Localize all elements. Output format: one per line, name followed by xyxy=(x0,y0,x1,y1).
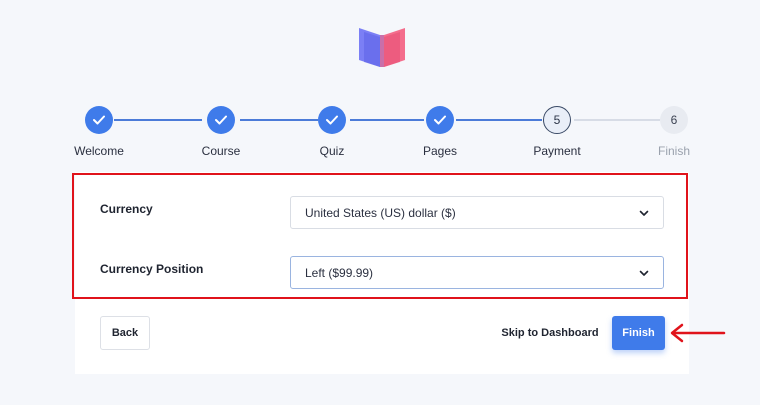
check-icon xyxy=(426,106,454,134)
arrow-left-icon xyxy=(670,323,726,343)
step-label: Course xyxy=(201,144,241,158)
step-course[interactable]: Course xyxy=(176,104,266,158)
step-payment[interactable]: 5 Payment xyxy=(512,104,602,158)
step-label: Finish xyxy=(657,144,690,158)
step-number: 5 xyxy=(543,106,571,134)
back-button[interactable]: Back xyxy=(100,316,150,350)
step-label: Payment xyxy=(533,144,581,158)
step-number: 6 xyxy=(660,106,688,134)
book-logo-icon xyxy=(359,28,405,67)
step-quiz[interactable]: Quiz xyxy=(287,104,377,158)
setup-stepper: Welcome Course Quiz Pages 5 Payment 6 Fi… xyxy=(0,104,760,164)
check-icon xyxy=(207,106,235,134)
skip-to-dashboard-link[interactable]: Skip to Dashboard xyxy=(490,327,610,339)
step-welcome[interactable]: Welcome xyxy=(54,104,144,158)
step-label: Welcome xyxy=(74,144,124,158)
step-label: Pages xyxy=(422,144,458,158)
step-label: Quiz xyxy=(319,144,345,158)
finish-button[interactable]: Finish xyxy=(612,316,665,350)
step-pages[interactable]: Pages xyxy=(395,104,485,158)
highlight-box xyxy=(72,173,688,299)
step-finish[interactable]: 6 Finish xyxy=(629,104,719,158)
check-icon xyxy=(318,106,346,134)
check-icon xyxy=(85,106,113,134)
